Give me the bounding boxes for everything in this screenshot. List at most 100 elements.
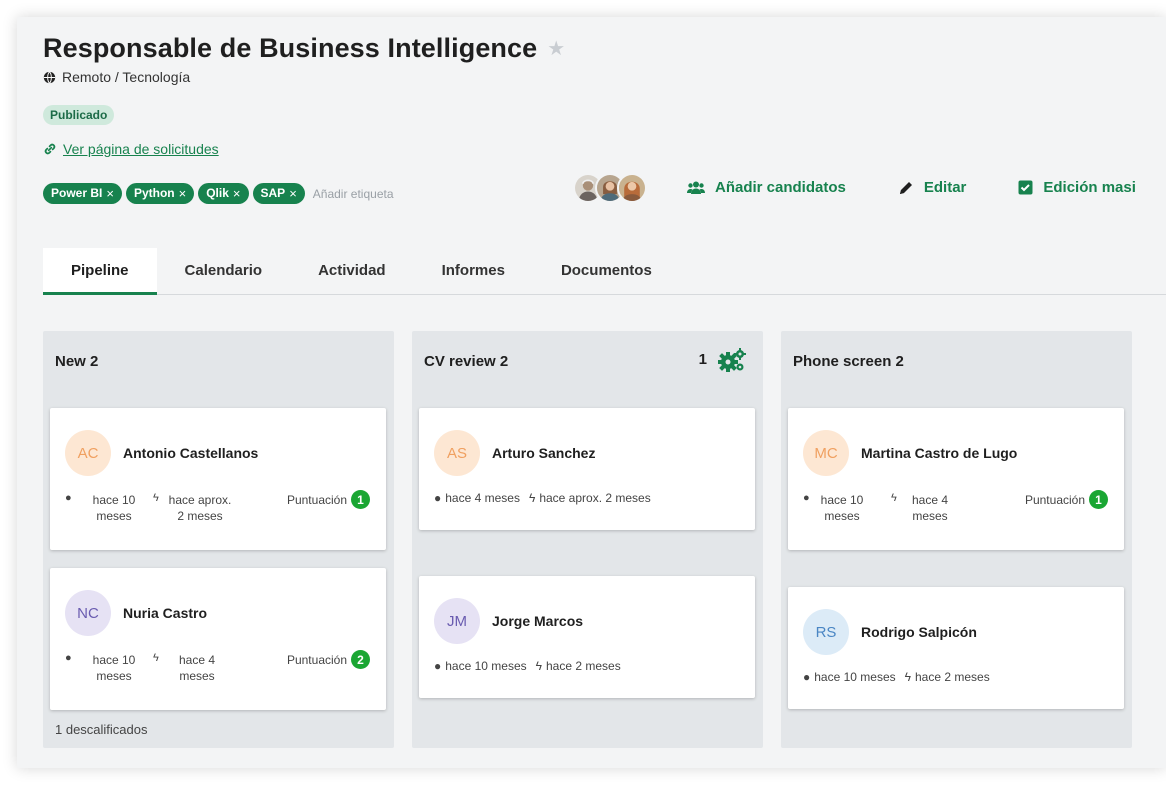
tag-sap[interactable]: SAP × xyxy=(252,183,305,204)
created-time: hace 10 meses xyxy=(445,659,527,673)
activity-time: hace aprox. 2 meses xyxy=(168,493,232,523)
candidate-card[interactable]: AC Antonio Castellanos ● hace 10 meses ϟh… xyxy=(50,408,386,550)
bolt-icon: ϟ xyxy=(528,491,536,505)
card-meta: ● hace 4 meses ϟ hace aprox. 2 meses xyxy=(434,491,660,505)
star-icon[interactable]: ★ xyxy=(547,39,565,59)
avatar: MC xyxy=(803,430,849,476)
team-member-avatar xyxy=(617,173,647,203)
score-badge: 1 xyxy=(351,490,370,509)
clock-icon: ● xyxy=(803,492,810,504)
applications-link[interactable]: Ver página de solicitudes xyxy=(43,141,219,157)
bulk-edit-label: Edición masi xyxy=(1043,179,1136,196)
pipeline-column-phone-screen: Phone screen 2 MC Martina Castro de Lugo… xyxy=(781,331,1132,748)
card-meta: ● hace 10 meses ϟ hace 4 meses xyxy=(803,492,991,524)
score-label: Puntuación xyxy=(286,492,347,507)
tag-power-bi[interactable]: Power BI × xyxy=(43,183,122,204)
pipeline-board: New 2 AC Antonio Castellanos ● hace 10 me… xyxy=(43,331,1150,748)
card-meta: ● hace 10 meses ϟ hace 4 meses xyxy=(65,652,263,684)
avatar: AC xyxy=(65,430,111,476)
activity-time: hace aprox. 2 meses xyxy=(539,491,651,505)
card-meta: ● hace 10 meses ϟ hace aprox. 2 meses xyxy=(65,492,263,524)
created-time: hace 10 meses xyxy=(820,493,864,523)
score-label: Puntuación xyxy=(1024,492,1085,507)
bulk-edit-button[interactable]: Edición masi xyxy=(1018,179,1136,196)
edit-button[interactable]: Editar xyxy=(898,179,966,196)
tag-python[interactable]: Python × xyxy=(125,183,195,204)
activity-time: hace 2 meses xyxy=(546,659,621,673)
tab-documentos[interactable]: Documentos xyxy=(533,248,680,295)
disqualified-count[interactable]: 1 descalificados xyxy=(55,722,148,737)
candidate-card[interactable]: AS Arturo Sanchez ● hace 4 meses ϟ hace … xyxy=(419,408,755,530)
card-header: AS Arturo Sanchez xyxy=(434,430,595,476)
job-title: Responsable de Business Intelligence xyxy=(43,33,538,63)
pipeline-column-new: New 2 AC Antonio Castellanos ● hace 10 me… xyxy=(43,331,394,748)
clock-icon: ● xyxy=(434,491,442,505)
clock-icon: ● xyxy=(65,492,72,504)
candidate-name[interactable]: Arturo Sanchez xyxy=(492,445,595,461)
candidate-name[interactable]: Martina Castro de Lugo xyxy=(861,445,1017,461)
tab-calendario[interactable]: Calendario xyxy=(157,248,291,295)
activity-time: hace 4 meses xyxy=(911,493,949,523)
avatar: NC xyxy=(65,590,111,636)
column-title: CV review 2 xyxy=(424,353,509,370)
candidate-name[interactable]: Antonio Castellanos xyxy=(123,445,258,461)
column-title: Phone screen 2 xyxy=(793,353,904,370)
card-header: RS Rodrigo Salpicón xyxy=(803,609,977,655)
score: Puntuación 1 xyxy=(287,490,370,509)
add-candidates-button[interactable]: Añadir candidatos xyxy=(687,179,846,196)
avatar: RS xyxy=(803,609,849,655)
score: Puntuación 1 xyxy=(1025,490,1108,509)
created-time: hace 10 meses xyxy=(92,653,136,683)
tag-label: Power BI xyxy=(51,186,103,200)
candidate-name[interactable]: Rodrigo Salpicón xyxy=(861,624,977,640)
column-count: 1 xyxy=(698,351,707,368)
title-row: Responsable de Business Intelligence ★ xyxy=(43,33,565,64)
created-time: hace 10 meses xyxy=(814,670,896,684)
tag-qlik[interactable]: Qlik × xyxy=(198,183,249,204)
add-candidates-label: Añadir candidatos xyxy=(715,179,846,196)
link-icon xyxy=(44,143,56,155)
avatar: JM xyxy=(434,598,480,644)
tab-actividad[interactable]: Actividad xyxy=(290,248,414,295)
score-label: Puntuación xyxy=(286,652,347,667)
activity-time: hace 2 meses xyxy=(915,670,990,684)
tag-label: Python xyxy=(133,186,175,200)
candidate-card[interactable]: RS Rodrigo Salpicón ● hace 10 meses ϟ ha… xyxy=(788,587,1124,709)
tag-label: Qlik xyxy=(206,186,229,200)
location-text: Remoto / Tecnología xyxy=(62,69,191,85)
avatar: AS xyxy=(434,430,480,476)
remove-tag-icon[interactable]: × xyxy=(106,183,114,204)
job-location: Remoto / Tecnología xyxy=(43,69,190,85)
tab-informes[interactable]: Informes xyxy=(414,248,533,295)
gears-icon[interactable] xyxy=(717,347,747,373)
card-meta: ● hace 10 meses ϟ hace 2 meses xyxy=(434,659,630,673)
tag-label: SAP xyxy=(260,186,286,200)
score-badge: 2 xyxy=(351,650,370,669)
remove-tag-icon[interactable]: × xyxy=(233,183,241,204)
clock-icon: ● xyxy=(65,652,72,664)
applications-link-text[interactable]: Ver página de solicitudes xyxy=(63,141,219,157)
card-header: AC Antonio Castellanos xyxy=(65,430,258,476)
add-tag-input[interactable]: Añadir etiqueta xyxy=(313,187,394,201)
tag-list: Power BI × Python × Qlik × SAP × Añadir etiq… xyxy=(43,183,394,204)
created-time: hace 10 meses xyxy=(92,493,136,523)
column-title: New 2 xyxy=(55,353,99,370)
candidate-card[interactable]: MC Martina Castro de Lugo ● hace 10 meses… xyxy=(788,408,1124,550)
card-meta: ● hace 10 meses ϟ hace 2 meses xyxy=(803,670,999,684)
remove-tag-icon[interactable]: × xyxy=(179,183,187,204)
clock-icon: ● xyxy=(434,659,442,673)
candidate-name[interactable]: Jorge Marcos xyxy=(492,613,583,629)
bolt-icon: ϟ xyxy=(904,670,911,684)
tab-pipeline[interactable]: Pipeline xyxy=(43,248,157,295)
remove-tag-icon[interactable]: × xyxy=(289,183,297,204)
pencil-icon xyxy=(899,181,912,194)
candidate-card[interactable]: NC Nuria Castro ● hace 10 meses ϟ hace 4 m… xyxy=(50,568,386,710)
activity-time: hace 4 meses xyxy=(178,653,216,683)
status-badge: Publicado xyxy=(43,105,115,125)
bolt-icon: ϟ xyxy=(153,652,159,664)
candidate-name[interactable]: Nuria Castro xyxy=(123,605,207,621)
tab-bar: Pipeline Calendario Actividad Informes D… xyxy=(43,248,1166,295)
team-avatars[interactable] xyxy=(573,173,647,203)
card-header: MC Martina Castro de Lugo xyxy=(803,430,1017,476)
candidate-card[interactable]: JM Jorge Marcos ● hace 10 meses ϟ hace 2… xyxy=(419,576,755,698)
